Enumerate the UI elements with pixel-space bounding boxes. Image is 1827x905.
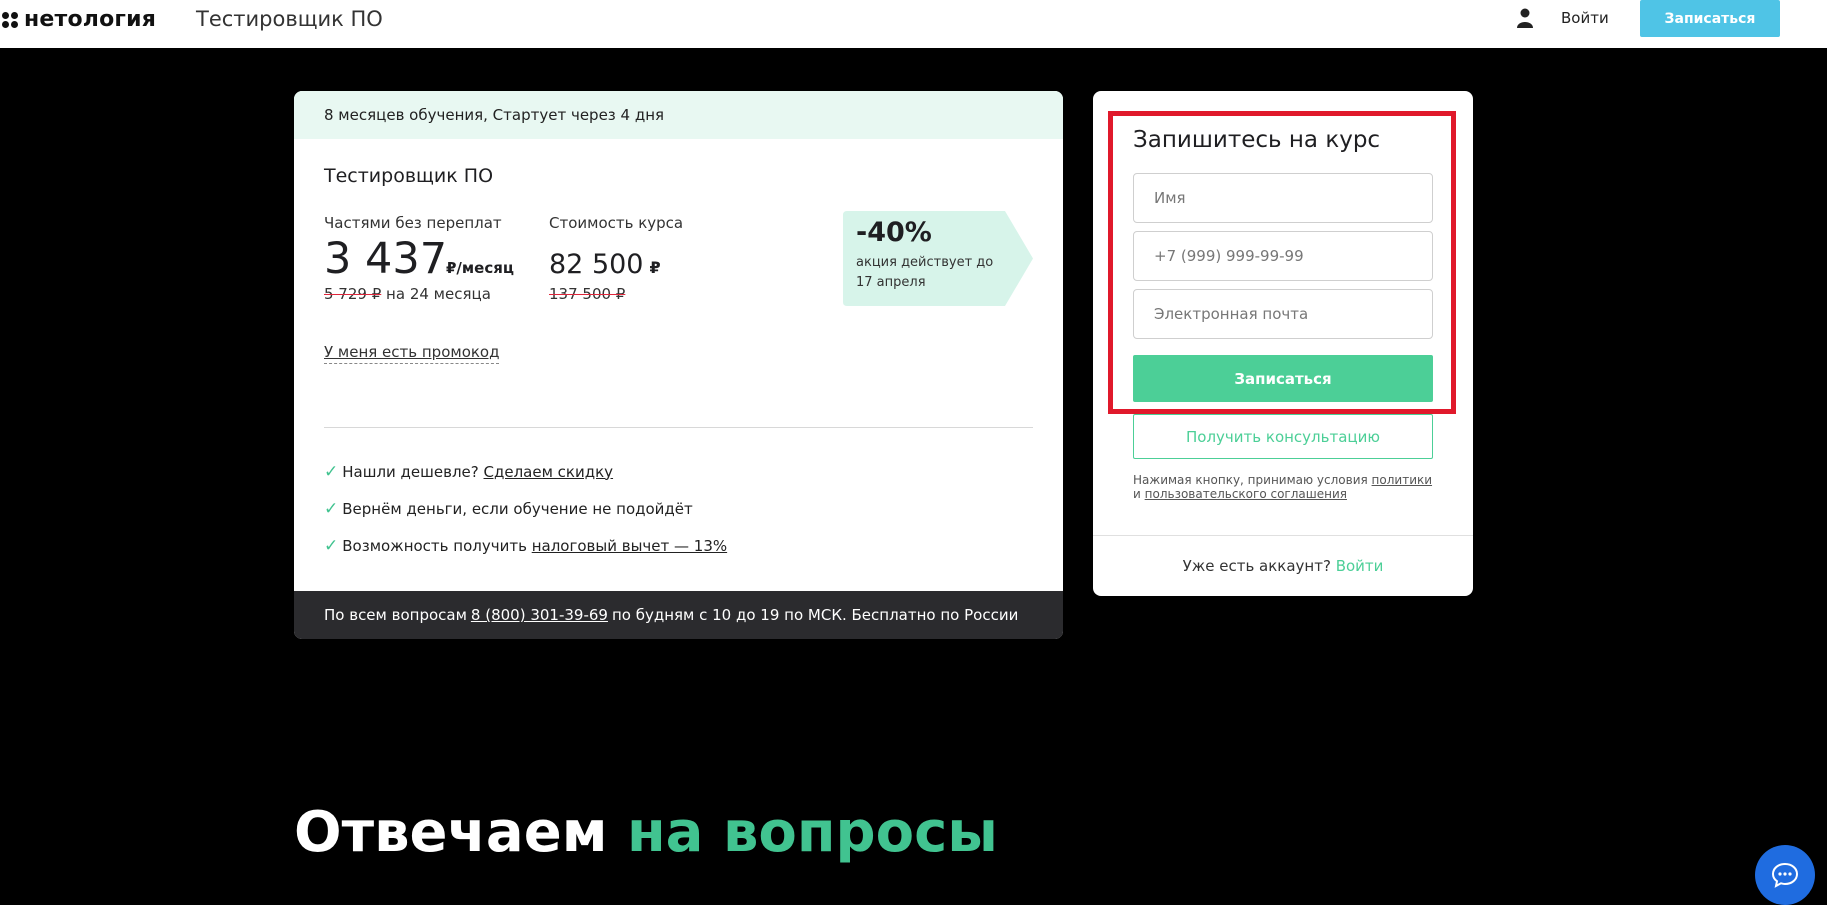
chat-button[interactable] xyxy=(1755,845,1815,905)
contact-bar: По всем вопросам 8 (800) 301-39-69 по бу… xyxy=(294,591,1063,639)
discount-note: акция действует до 17 апреля xyxy=(856,255,994,290)
benefit-item: ✓ Вернём деньги, если обучение не подойд… xyxy=(324,490,727,527)
course-duration-info: 8 месяцев обучения, Стартует через 4 дня xyxy=(294,91,1063,139)
faq-heading-accent: на вопросы xyxy=(626,800,998,865)
check-icon: ✓ xyxy=(324,498,339,519)
installment-old-price-line: 5 729 ₽ на 24 месяца xyxy=(324,285,491,303)
cost-label: Стоимость курса xyxy=(549,214,684,232)
installment-term: на 24 месяца xyxy=(386,285,491,303)
header-signup-button[interactable]: Записаться xyxy=(1640,0,1780,37)
submit-signup-button[interactable]: Записаться xyxy=(1133,355,1433,402)
cost-price: 82 500 xyxy=(549,249,644,280)
logo[interactable]: нетология xyxy=(2,7,156,32)
discount-badge: -40% акция действует до 17 апреля xyxy=(843,211,1033,306)
benefit-link-discount[interactable]: Сделаем скидку xyxy=(484,463,614,481)
contact-prefix: По всем вопросам xyxy=(324,606,467,624)
account-login-link[interactable]: Войти xyxy=(1336,557,1384,575)
installment-price: 3 437 xyxy=(324,234,448,284)
divider xyxy=(1093,535,1473,536)
benefit-text: Нашли дешевле? xyxy=(342,462,479,481)
signup-card: Запишитесь на курс Записаться Получить к… xyxy=(1093,91,1473,596)
benefit-link-tax[interactable]: налоговый вычет — 13% xyxy=(532,537,727,555)
name-input[interactable] xyxy=(1133,173,1433,223)
logo-text: нетология xyxy=(24,7,157,32)
policy-link[interactable]: политики xyxy=(1372,473,1433,487)
installment-label: Частями без переплат xyxy=(324,214,502,232)
terms-prefix: Нажимая кнопку, принимаю условия xyxy=(1133,473,1368,487)
benefit-text: Возможность получить xyxy=(342,536,527,555)
offer-card: 8 месяцев обучения, Стартует через 4 дня… xyxy=(294,91,1063,639)
consultation-button[interactable]: Получить консультацию xyxy=(1133,414,1433,459)
installment-unit: ₽/месяц xyxy=(446,259,514,277)
discount-percent: -40% xyxy=(856,217,932,248)
cost-old-price: 137 500 ₽ xyxy=(549,285,626,303)
user-icon[interactable] xyxy=(1517,8,1533,28)
divider xyxy=(324,427,1033,428)
contact-suffix: по будням с 10 до 19 по МСК. Бесплатно п… xyxy=(611,606,1019,624)
benefits-list: ✓ Нашли дешевле? Сделаем скидку ✓ Вернём… xyxy=(324,453,727,564)
form-title: Запишитесь на курс xyxy=(1133,127,1381,153)
site-header: нетология Тестировщик ПО Войти Записатьс… xyxy=(0,0,1827,48)
chat-icon xyxy=(1771,862,1799,888)
cost-price-line: 82 500 ₽ xyxy=(549,249,661,280)
offer-course-name: Тестировщик ПО xyxy=(324,165,494,187)
cost-currency: ₽ xyxy=(649,258,661,277)
cost-old-price-line: 137 500 ₽ xyxy=(549,285,625,303)
check-icon: ✓ xyxy=(324,461,339,482)
faq-heading: Отвечаем на вопросы xyxy=(294,800,998,865)
logo-mark-icon xyxy=(2,11,18,28)
contact-phone-link[interactable]: 8 (800) 301-39-69 xyxy=(471,606,608,624)
terms-and: и xyxy=(1133,487,1141,501)
email-input[interactable] xyxy=(1133,289,1433,339)
terms-text: Нажимая кнопку, принимаю условия политик… xyxy=(1133,473,1433,501)
check-icon: ✓ xyxy=(324,535,339,556)
login-link[interactable]: Войти xyxy=(1561,9,1609,27)
header-course-title: Тестировщик ПО xyxy=(196,7,383,31)
phone-input[interactable] xyxy=(1133,231,1433,281)
installment-old-price: 5 729 ₽ xyxy=(324,285,382,303)
benefit-item: ✓ Возможность получить налоговый вычет —… xyxy=(324,527,727,564)
promo-code-link[interactable]: У меня есть промокод xyxy=(324,343,500,364)
user-agreement-link[interactable]: пользовательского соглашения xyxy=(1145,487,1347,501)
account-text: Уже есть аккаунт? xyxy=(1182,557,1331,575)
faq-heading-main: Отвечаем xyxy=(294,800,608,865)
benefit-item: ✓ Нашли дешевле? Сделаем скидку xyxy=(324,453,727,490)
benefit-text: Вернём деньги, если обучение не подойдёт xyxy=(342,499,693,518)
existing-account-line: Уже есть аккаунт? Войти xyxy=(1093,557,1473,575)
